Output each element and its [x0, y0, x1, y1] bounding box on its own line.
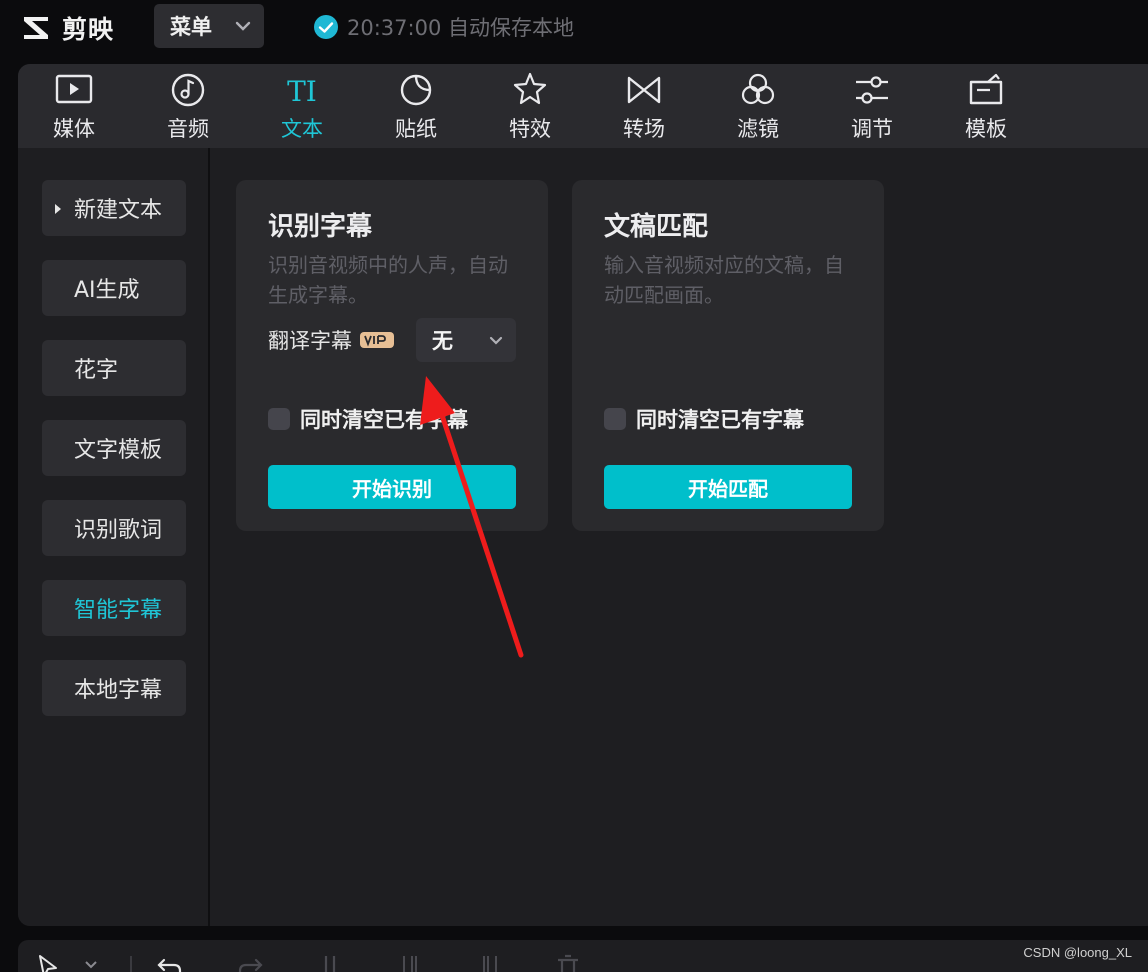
media-play-icon — [55, 74, 93, 104]
translate-language-value: 无 — [432, 329, 453, 353]
start-match-label: 开始匹配 — [688, 476, 768, 501]
start-recognize-button[interactable]: 开始识别 — [268, 465, 516, 509]
tab-sticker-label: 贴纸 — [395, 117, 437, 141]
nav-item-label: 本地字幕 — [74, 678, 163, 703]
tab-audio[interactable]: 音频 — [148, 70, 228, 146]
template-icon — [969, 73, 1003, 105]
tab-adjust[interactable]: 调节 — [832, 70, 912, 146]
nav-item-label: 新建文本 — [74, 198, 163, 223]
redo-icon — [238, 958, 263, 972]
vip-badge-icon — [360, 332, 394, 348]
delete-icon — [558, 954, 578, 972]
start-recognize-label: 开始识别 — [352, 476, 432, 501]
nav-item-label: 识别歌词 — [74, 518, 163, 543]
check-circle-icon — [314, 15, 338, 39]
tab-transition-label: 转场 — [623, 117, 665, 141]
nav-item-label: 文字模板 — [74, 438, 163, 463]
nav-item-text-template[interactable]: 文字模板 — [42, 420, 186, 476]
script-match-card: 文稿匹配 输入音视频对应的文稿，自动匹配画面。 同时清空已有字幕 开始匹配 — [572, 180, 884, 531]
split-left-icon — [403, 956, 417, 972]
nav-item-label: 花字 — [74, 358, 119, 383]
translate-language-select[interactable]: 无 — [416, 318, 516, 362]
card-title: 文稿匹配 — [604, 212, 709, 242]
clear-existing-checkbox[interactable] — [604, 408, 626, 430]
app-logo: 剪映 — [22, 10, 114, 46]
watermark: CSDN @loong_XL — [1023, 945, 1132, 960]
translate-subtitle-label: 翻译字幕 — [268, 329, 352, 353]
tab-media[interactable]: 媒体 — [34, 70, 114, 146]
undo-icon[interactable] — [156, 954, 184, 972]
sticker-icon — [400, 74, 432, 106]
tab-filter-label: 滤镜 — [737, 117, 779, 141]
adjust-sliders-icon — [856, 76, 888, 104]
card-title: 识别字幕 — [268, 212, 373, 242]
nav-item-label: 智能字幕 — [74, 598, 163, 623]
tab-adjust-label: 调节 — [851, 117, 893, 141]
clear-existing-label: 同时清空已有字幕 — [300, 408, 468, 432]
transition-bowtie-icon — [627, 76, 661, 104]
text-ti-icon: TI — [287, 75, 317, 108]
filter-circles-icon — [741, 73, 775, 105]
timeline-toolbar — [18, 940, 1148, 972]
clear-existing-row: 同时清空已有字幕 — [268, 404, 468, 434]
chevron-down-icon — [489, 336, 503, 345]
nav-item-local-subtitles[interactable]: 本地字幕 — [42, 660, 186, 716]
translate-subtitle-row: 翻译字幕 无 — [268, 318, 516, 362]
start-match-button[interactable]: 开始匹配 — [604, 465, 852, 509]
toolbar-divider — [130, 956, 132, 972]
nav-item-smart-subtitles[interactable]: 智能字幕 — [42, 580, 186, 636]
autosave-status: 20:37:00 自动保存本地 — [313, 12, 574, 42]
nav-item-new-text[interactable]: 新建文本 — [42, 180, 186, 236]
tab-media-label: 媒体 — [53, 117, 95, 141]
tab-filter[interactable]: 滤镜 — [718, 70, 798, 146]
tab-effects[interactable]: 特效 — [490, 70, 570, 146]
clear-existing-label: 同时清空已有字幕 — [636, 408, 804, 432]
caret-right-icon — [55, 204, 61, 214]
autosave-text: 20:37:00 自动保存本地 — [347, 16, 574, 40]
app-brand-name: 剪映 — [62, 15, 115, 44]
select-cursor-icon[interactable] — [36, 954, 66, 972]
material-toolbar: 媒体 音频 TI 文本 贴纸 特效 转场 滤镜 调节 模板 — [18, 64, 1148, 148]
chevron-down-icon[interactable] — [84, 960, 98, 970]
smart-subtitle-content: 识别字幕 识别音视频中的人声，自动生成字幕。 翻译字幕 无 同时清空已有字幕 开… — [212, 148, 1148, 926]
chevron-down-icon — [235, 21, 251, 31]
nav-item-fancy-text[interactable]: 花字 — [42, 340, 186, 396]
svg-text:TI: TI — [287, 75, 317, 108]
tab-sticker[interactable]: 贴纸 — [376, 70, 456, 146]
tab-transition[interactable]: 转场 — [604, 70, 684, 146]
card-description: 输入音视频对应的文稿，自动匹配画面。 — [604, 253, 844, 307]
split-icon — [324, 956, 336, 972]
effects-star-icon — [513, 72, 547, 105]
clear-existing-checkbox[interactable] — [268, 408, 290, 430]
split-right-icon — [483, 956, 497, 972]
tab-audio-label: 音频 — [167, 117, 209, 141]
audio-note-icon — [171, 73, 205, 107]
clear-existing-row: 同时清空已有字幕 — [604, 404, 804, 434]
text-category-nav: 新建文本 AI生成 花字 文字模板 识别歌词 智能字幕 本地字幕 — [18, 148, 210, 926]
recognize-subtitle-card: 识别字幕 识别音视频中的人声，自动生成字幕。 翻译字幕 无 同时清空已有字幕 开… — [236, 180, 548, 531]
card-description: 识别音视频中的人声，自动生成字幕。 — [268, 253, 508, 307]
tab-template-label: 模板 — [965, 117, 1007, 141]
nav-item-label: AI生成 — [74, 278, 140, 303]
tab-template[interactable]: 模板 — [946, 70, 1026, 146]
material-panel: 媒体 音频 TI 文本 贴纸 特效 转场 滤镜 调节 模板 新建文本 AI生成 … — [18, 64, 1148, 926]
main-menu-button[interactable]: 菜单 — [154, 4, 264, 48]
main-menu-label: 菜单 — [170, 15, 212, 39]
tab-text[interactable]: TI 文本 — [262, 70, 342, 146]
nav-item-ai-generate[interactable]: AI生成 — [42, 260, 186, 316]
tab-effects-label: 特效 — [509, 117, 551, 141]
jianying-logo-icon — [24, 17, 48, 39]
nav-item-recognize-lyrics[interactable]: 识别歌词 — [42, 500, 186, 556]
tab-text-label: 文本 — [281, 117, 323, 141]
